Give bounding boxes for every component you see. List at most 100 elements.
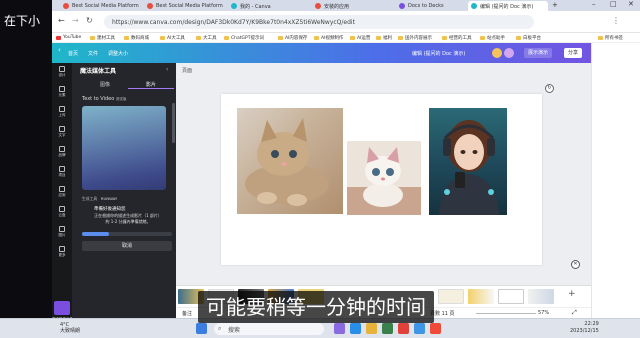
zoom-level[interactable]: 57% xyxy=(538,310,549,316)
avatar[interactable] xyxy=(504,48,514,58)
taskbar-app-icon[interactable] xyxy=(398,323,409,334)
folder-icon xyxy=(278,36,283,40)
anime-girl-image[interactable] xyxy=(429,108,507,215)
bookmark-item[interactable]: 福利 xyxy=(376,35,392,41)
rail-item-photos[interactable]: 图片 xyxy=(55,225,69,241)
bookmark-item[interactable]: 经营的工具 xyxy=(442,35,472,41)
taskbar-app-icon[interactable] xyxy=(366,323,377,334)
rail-item-brand[interactable]: 品牌 xyxy=(55,145,69,161)
rail-item-uploads[interactable]: 上传 xyxy=(55,105,69,121)
menu-icon[interactable]: ⋮ xyxy=(612,16,620,25)
shapes-icon xyxy=(59,86,65,92)
rail-item-design[interactable]: 设计 xyxy=(55,65,69,81)
browser-tab[interactable]: 我的 - Canva xyxy=(228,1,310,11)
section-title: Text to Video 测试版 xyxy=(82,96,126,102)
back-icon[interactable]: ← xyxy=(58,16,65,25)
panel-title: 魔法媒体工具 xyxy=(80,68,117,75)
bookmark-item[interactable]: AI内容保存 xyxy=(278,35,307,41)
more-icon xyxy=(59,246,65,252)
bookmark-item[interactable]: AI视频制作 xyxy=(314,35,343,41)
taskbar-search[interactable]: 搜索 xyxy=(214,323,324,335)
panel-close-icon[interactable]: ‹ xyxy=(166,66,168,73)
design-title[interactable]: 编辑 (提问的 Doc 演示) xyxy=(412,50,465,57)
rail-label: 上传 xyxy=(58,113,66,117)
page-thumbnail[interactable] xyxy=(528,289,554,304)
url-input[interactable]: https://www.canva.com/design/DAF3Dk0Kd7Y… xyxy=(104,15,534,29)
zoom-slider[interactable] xyxy=(476,313,536,314)
bookmark-item[interactable]: 所有书签 xyxy=(598,35,623,41)
page-thumbnail[interactable] xyxy=(498,289,524,304)
rail-item-projects[interactable]: 项目 xyxy=(55,165,69,181)
text-icon xyxy=(59,126,65,132)
browser-tab[interactable]: Best Social Media Platform xyxy=(60,1,142,11)
panel-scrollbar[interactable] xyxy=(172,103,175,143)
bookmark-item[interactable]: 站点助手 xyxy=(480,35,505,41)
browser-tab[interactable]: 安装的应用 xyxy=(312,1,394,11)
refresh-page-icon[interactable]: ↻ xyxy=(545,84,554,93)
notes-button[interactable]: 备注 xyxy=(182,310,192,317)
magic-media-icon[interactable] xyxy=(54,301,70,315)
cartoon-cat-image[interactable] xyxy=(347,141,421,215)
present-button[interactable]: 展示演示 xyxy=(524,48,553,58)
share-button[interactable]: 分享 xyxy=(564,48,583,58)
bookmark-item[interactable]: YouTube xyxy=(56,35,81,40)
tab-label: 我的 - Canva xyxy=(240,3,271,10)
cancel-button[interactable]: 取消 xyxy=(82,241,172,251)
maximize-icon[interactable]: □ xyxy=(610,0,617,8)
windows-start-icon[interactable] xyxy=(196,323,207,334)
bookmark-item[interactable]: 建材工具 xyxy=(90,35,115,41)
rail-item-elements[interactable]: 元素 xyxy=(55,85,69,101)
weather-widget[interactable]: 4°C 大致晴朗 xyxy=(60,322,80,334)
folder-icon xyxy=(598,36,603,40)
cloud-icon xyxy=(59,206,65,212)
bookmark-item[interactable]: ChatGPT提示词 xyxy=(224,35,264,41)
folder-icon xyxy=(59,166,65,172)
taskbar-app-icon[interactable] xyxy=(350,323,361,334)
weather-desc: 大致晴朗 xyxy=(60,328,81,334)
bookmark-item[interactable]: AI大工具 xyxy=(160,35,185,41)
file-button[interactable]: 文件 xyxy=(88,50,98,57)
bookmark-item[interactable]: 国外内容展示 xyxy=(398,35,432,41)
kitten-photo[interactable] xyxy=(237,108,343,214)
taskbar-app-icon[interactable] xyxy=(382,323,393,334)
rail-item-text[interactable]: 文字 xyxy=(55,125,69,141)
video-subtitle: 可能要稍等一分钟的时间 xyxy=(198,291,434,323)
editor-side-rail: 设计 元素 上传 文字 品牌 项目 应用 云盘 图片 更多 魔法媒体工具 xyxy=(52,63,73,325)
taskbar-app-icon[interactable] xyxy=(334,323,345,334)
reload-icon[interactable]: ↻ xyxy=(86,16,93,25)
close-overlay-icon[interactable]: ✕ xyxy=(571,260,580,269)
bookmark-item[interactable]: 白板平台 xyxy=(516,35,541,41)
taskbar-app-icon[interactable] xyxy=(430,323,441,334)
back-arrow-icon[interactable]: ‹ xyxy=(58,46,61,54)
bookmark-item[interactable]: AI运营 xyxy=(350,35,370,41)
bookmark-item[interactable]: 数码商城 xyxy=(124,35,149,41)
tab-image[interactable]: 图像 xyxy=(100,81,110,88)
design-page[interactable] xyxy=(221,94,542,265)
minimize-icon[interactable]: – xyxy=(592,0,596,8)
bookmark-item[interactable]: 大工具 xyxy=(196,35,217,41)
browser-tab-active[interactable]: 编辑 (提问的 Doc 演示) xyxy=(468,1,548,11)
fullscreen-icon[interactable]: ⤢ xyxy=(572,309,577,317)
rail-item-cloud[interactable]: 云盘 xyxy=(55,205,69,221)
page-thumbnail[interactable] xyxy=(468,289,494,304)
close-icon[interactable]: ✕ xyxy=(628,0,634,8)
taskbar-app-icon[interactable] xyxy=(414,323,425,334)
bookmark-label: ChatGPT提示词 xyxy=(231,36,264,41)
browser-tab[interactable]: Best Social Media Platform xyxy=(144,1,226,11)
rail-label: 文字 xyxy=(58,133,66,137)
home-button[interactable]: 首页 xyxy=(68,50,78,57)
browser-tab[interactable]: Docs to Decks xyxy=(396,1,466,11)
resize-button[interactable]: 调整大小 xyxy=(108,50,128,57)
avatar[interactable] xyxy=(492,48,502,58)
rail-item-apps[interactable]: 应用 xyxy=(55,185,69,201)
clock[interactable]: 22:29 2023/12/15 xyxy=(570,321,599,335)
tab-video[interactable]: 影片 xyxy=(146,81,156,88)
forward-icon[interactable]: → xyxy=(72,16,79,25)
status-description: 正在根據你的描述生成影片（1 部片）約 1-2 分鐘內準備就緒。 xyxy=(82,213,174,225)
magic-media-panel: 魔法媒体工具 ‹ 图像 影片 Text to Video 测试版 生成工具 RU… xyxy=(72,63,176,325)
new-tab-icon[interactable]: + xyxy=(552,1,558,9)
rail-item-more[interactable]: 更多 xyxy=(55,245,69,261)
bookmark-label: 福利 xyxy=(383,36,392,41)
add-page-icon[interactable]: + xyxy=(568,289,576,299)
page-thumbnail[interactable] xyxy=(438,289,464,304)
